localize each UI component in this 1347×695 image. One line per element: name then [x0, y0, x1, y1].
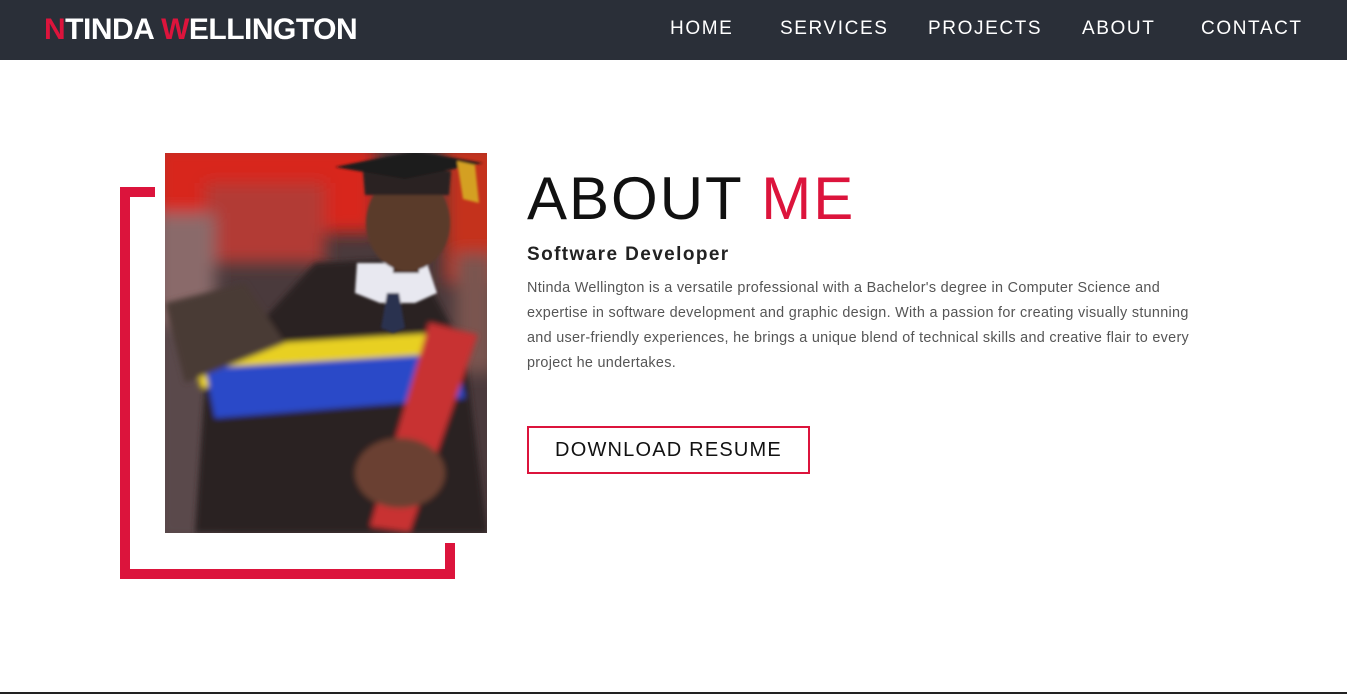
nav-about-link[interactable]: ABOUT	[1082, 17, 1155, 41]
top-navbar: NTINDA WELLINGTON HOME SERVICES PROJECTS…	[0, 0, 1347, 60]
profile-photo-illustration	[165, 153, 487, 533]
nav-services-link[interactable]: SERVICES	[780, 17, 889, 41]
nav-projects-link[interactable]: PROJECTS	[928, 17, 1042, 41]
download-resume-button[interactable]: DOWNLOAD RESUME	[527, 426, 810, 474]
bottom-divider	[0, 692, 1347, 694]
profile-photo	[165, 153, 487, 533]
photo-frame-right-tab	[445, 543, 455, 579]
nav-contact-link[interactable]: CONTACT	[1201, 17, 1303, 41]
photo-frame-top-tab	[120, 187, 155, 197]
nav-home-link[interactable]: HOME	[670, 17, 733, 41]
job-subtitle: Software Developer	[527, 244, 730, 265]
main-nav: HOME SERVICES PROJECTS ABOUT CONTACT	[0, 17, 1347, 41]
about-title-accent: ME	[761, 165, 856, 232]
bio-paragraph: Ntinda Wellington is a versatile profess…	[527, 280, 1190, 371]
about-title-main: ABOUT	[527, 165, 743, 232]
about-title: ABOUT ME	[527, 166, 855, 232]
